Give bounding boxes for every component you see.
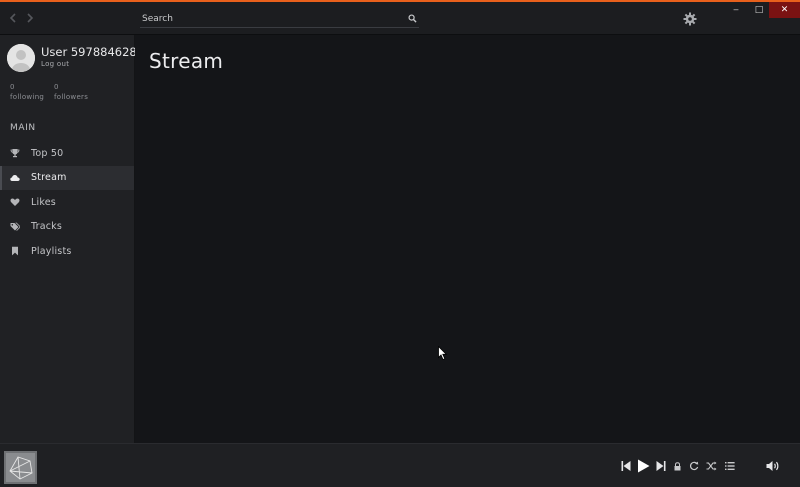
followers-stat[interactable]: 0 followers bbox=[54, 82, 88, 102]
search-box bbox=[140, 10, 419, 28]
previous-icon[interactable] bbox=[621, 460, 631, 472]
sidebar-item-label: Top 50 bbox=[31, 147, 64, 159]
following-stat[interactable]: 0 following bbox=[10, 82, 44, 102]
play-icon[interactable] bbox=[637, 459, 650, 473]
sidebar-item-likes[interactable]: Likes bbox=[0, 190, 134, 215]
repeat-icon[interactable] bbox=[689, 461, 699, 473]
sidebar-item-label: Playlists bbox=[31, 245, 72, 257]
heart-icon bbox=[10, 198, 20, 207]
sidebar-item-label: Likes bbox=[31, 196, 56, 208]
followers-count: 0 bbox=[54, 83, 59, 91]
sidebar: User 597884628 Log out 0 following 0 fol… bbox=[0, 35, 137, 443]
mouse-pointer-icon bbox=[438, 346, 448, 361]
sidebar-item-top-50[interactable]: Top 50 bbox=[0, 141, 134, 166]
queue-icon[interactable] bbox=[725, 461, 735, 473]
section-title-main: MAIN bbox=[10, 123, 36, 133]
title-bar: ‒ □ ✕ bbox=[0, 2, 800, 35]
followers-label: followers bbox=[54, 93, 89, 101]
logout-link[interactable]: Log out bbox=[41, 60, 69, 68]
gear-icon[interactable] bbox=[683, 12, 697, 26]
bookmark-icon bbox=[12, 247, 18, 256]
cloud-icon bbox=[10, 174, 20, 181]
sidebar-item-label: Stream bbox=[31, 172, 67, 184]
chevron-left-icon[interactable] bbox=[6, 11, 20, 25]
search-input[interactable] bbox=[142, 11, 392, 26]
avatar[interactable] bbox=[7, 44, 35, 72]
sidebar-nav: Top 50 Stream Likes Tracks Playlists bbox=[0, 141, 134, 264]
next-icon[interactable] bbox=[656, 460, 666, 472]
search-icon[interactable] bbox=[408, 14, 417, 23]
following-count: 0 bbox=[10, 83, 15, 91]
sidebar-item-tracks[interactable]: Tracks bbox=[0, 215, 134, 240]
following-label: following bbox=[10, 93, 45, 101]
tags-icon bbox=[10, 222, 20, 231]
main-content: Stream bbox=[135, 35, 800, 443]
page-title: Stream bbox=[149, 49, 224, 73]
shuffle-icon[interactable] bbox=[706, 461, 717, 473]
username[interactable]: User 597884628 bbox=[41, 45, 137, 59]
lock-icon[interactable] bbox=[674, 462, 681, 474]
maximize-button[interactable]: □ bbox=[747, 2, 771, 18]
chevron-right-icon[interactable] bbox=[23, 11, 37, 25]
minimize-button[interactable]: ‒ bbox=[724, 2, 748, 18]
sidebar-item-stream[interactable]: Stream bbox=[0, 165, 134, 190]
sidebar-item-playlists[interactable]: Playlists bbox=[0, 239, 134, 264]
volume-icon[interactable] bbox=[766, 460, 780, 472]
trophy-icon bbox=[10, 149, 20, 158]
close-button[interactable]: ✕ bbox=[769, 2, 800, 18]
sidebar-item-label: Tracks bbox=[31, 221, 63, 233]
track-artwork[interactable] bbox=[4, 451, 37, 484]
player-bar bbox=[0, 443, 800, 487]
